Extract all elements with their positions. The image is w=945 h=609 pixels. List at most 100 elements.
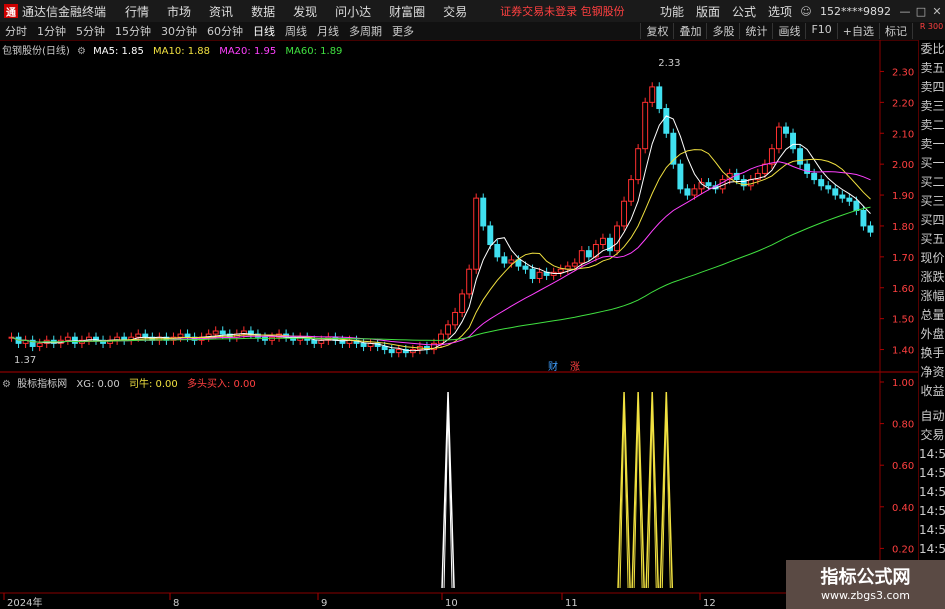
candle-body [761,163,768,174]
finance-marker: 财 [548,360,558,373]
indicator-settings-icon[interactable]: ⚙ [2,379,11,390]
draw-line-button[interactable]: 画线 [772,23,805,39]
add-watchlist-button[interactable]: +自选 [836,23,879,39]
candle-body [522,265,529,270]
menu-wenxiaoda[interactable]: 问小达 [335,3,371,20]
sidebar-item[interactable]: 买一 [919,154,945,173]
period-more[interactable]: 更多 [392,23,414,39]
candle-body [860,210,867,227]
trade-login-notice[interactable]: 证券交易未登录 包钢股份 [500,3,625,19]
sidebar-item[interactable]: 外盘 [919,325,945,344]
candle-body [36,342,43,347]
sidebar-item[interactable]: 卖三 [919,97,945,116]
user-account[interactable]: 152****9892 [820,5,891,18]
candle-body [487,225,494,245]
sidebar-item[interactable]: 总量 [919,306,945,325]
candle-body [473,197,480,270]
candle-body [649,86,656,103]
indicator-tick-label: 0.20 [892,544,914,555]
sidebar-item[interactable]: 买五 [919,230,945,249]
candle-body [438,333,444,344]
price-tick-label: 2.30 [892,67,914,78]
sidebar-item[interactable]: 14:56 [919,464,945,483]
menu-gongshi[interactable]: 公式 [732,3,756,20]
candle-body [642,101,649,150]
sidebar-item[interactable]: 卖二 [919,116,945,135]
menu-zixun[interactable]: 资讯 [209,3,233,20]
candle-body [459,293,466,313]
x-tick-label: 10 [445,598,458,609]
period-5min[interactable]: 5分钟 [76,23,105,39]
menu-jiaoyi[interactable]: 交易 [443,3,467,20]
sidebar-item[interactable]: 14:56 [919,521,945,540]
settings-icon[interactable]: ⚙ [77,46,86,57]
sidebar-item[interactable]: 14:56 [919,540,945,559]
menu-xuanxiang[interactable]: 选项 [768,3,792,20]
sidebar-item[interactable]: 14:56 [919,483,945,502]
period-15min[interactable]: 15分钟 [115,23,151,39]
menu-banmian[interactable]: 版面 [696,3,720,20]
mark-button[interactable]: 标记 [879,23,912,39]
sidebar-item[interactable]: 换手 [919,344,945,363]
sidebar-item[interactable]: 14:56 [919,445,945,464]
price-tick-label: 2.10 [892,129,914,140]
candle-body [677,163,684,190]
sidebar-item[interactable]: 净资 [919,363,945,382]
minimize-icon[interactable]: — [897,5,913,18]
period-30min[interactable]: 30分钟 [161,23,197,39]
ma-legend: 包钢股份(日线) ⚙ MA5: 1.85 MA10: 1.88 MA20: 1.… [2,42,342,57]
candle-body [360,342,367,347]
period-daily[interactable]: 日线 [253,23,275,39]
indicator-name[interactable]: 股标指标网 [17,379,67,390]
sidebar-item[interactable]: 自动 [919,407,945,426]
multi-stock-button[interactable]: 多股 [706,23,739,39]
stock-label: 包钢股份(日线) [2,46,70,57]
sidebar-item[interactable]: 买三 [919,192,945,211]
f10-button[interactable]: F10 [805,23,836,39]
quote-sidebar: 委比 卖五 卖四 卖三 卖二 卖一 买一 买二 买三 买四 买五 现价 涨跌 涨幅 总量 外盘 换手 净资 收益自动… [918,40,945,609]
sidebar-item[interactable]: 卖一 [919,135,945,154]
user-icon[interactable]: ☺ [798,5,814,18]
sidebar-item[interactable]: 卖五 [919,59,945,78]
sidebar-item[interactable]: 卖四 [919,78,945,97]
period-weekly[interactable]: 周线 [285,23,307,39]
period-fenshi[interactable]: 分时 [5,23,27,39]
period-multi[interactable]: 多周期 [349,23,382,39]
period-toolbar: 分时 1分钟 5分钟 15分钟 30分钟 60分钟 日线 周线 月线 多周期 更… [0,22,945,41]
period-1min[interactable]: 1分钟 [37,23,66,39]
menu-shuju[interactable]: 数据 [251,3,275,20]
sidebar-item[interactable]: 交易 [919,426,945,445]
period-monthly[interactable]: 月线 [317,23,339,39]
sidebar-item[interactable]: 涨跌 [919,268,945,287]
watermark-url: www.zbgs3.com [821,589,910,602]
maximize-icon[interactable]: □ [913,5,929,18]
candle-body [212,330,219,335]
menu-caifuquan[interactable]: 财富圈 [389,3,425,20]
fuquan-button[interactable]: 复权 [640,23,673,39]
indicator-tick-label: 1.00 [892,378,914,389]
candle-body [529,268,536,279]
kline-chart[interactable]: 2.30 2.20 2.10 2.00 1.90 1.80 1.70 1.60 1.50 1.40… [0,40,918,609]
sidebar-item[interactable]: 收益 [919,382,945,401]
candle-body [867,225,874,233]
candle-body [832,188,839,196]
menu-hangqing[interactable]: 行情 [125,3,149,20]
sidebar-item[interactable]: 委比 [919,40,945,59]
candle-body [846,197,853,202]
candle-body [177,333,184,338]
ma20-label: MA20: 1.95 [219,46,277,57]
sidebar-item[interactable]: 14:56 [919,502,945,521]
candle-body [494,243,501,258]
overlay-button[interactable]: 叠加 [673,23,706,39]
close-icon[interactable]: ✕ [929,5,945,18]
sidebar-item[interactable]: 买二 [919,173,945,192]
candle-body [628,179,635,202]
menu-shichang[interactable]: 市场 [167,3,191,20]
sidebar-item[interactable]: 现价 [919,249,945,268]
stats-button[interactable]: 统计 [739,23,772,39]
period-60min[interactable]: 60分钟 [207,23,243,39]
sidebar-item[interactable]: 涨幅 [919,287,945,306]
menu-faxian[interactable]: 发现 [293,3,317,20]
sidebar-item[interactable]: 买四 [919,211,945,230]
menu-gongneng[interactable]: 功能 [660,3,684,20]
